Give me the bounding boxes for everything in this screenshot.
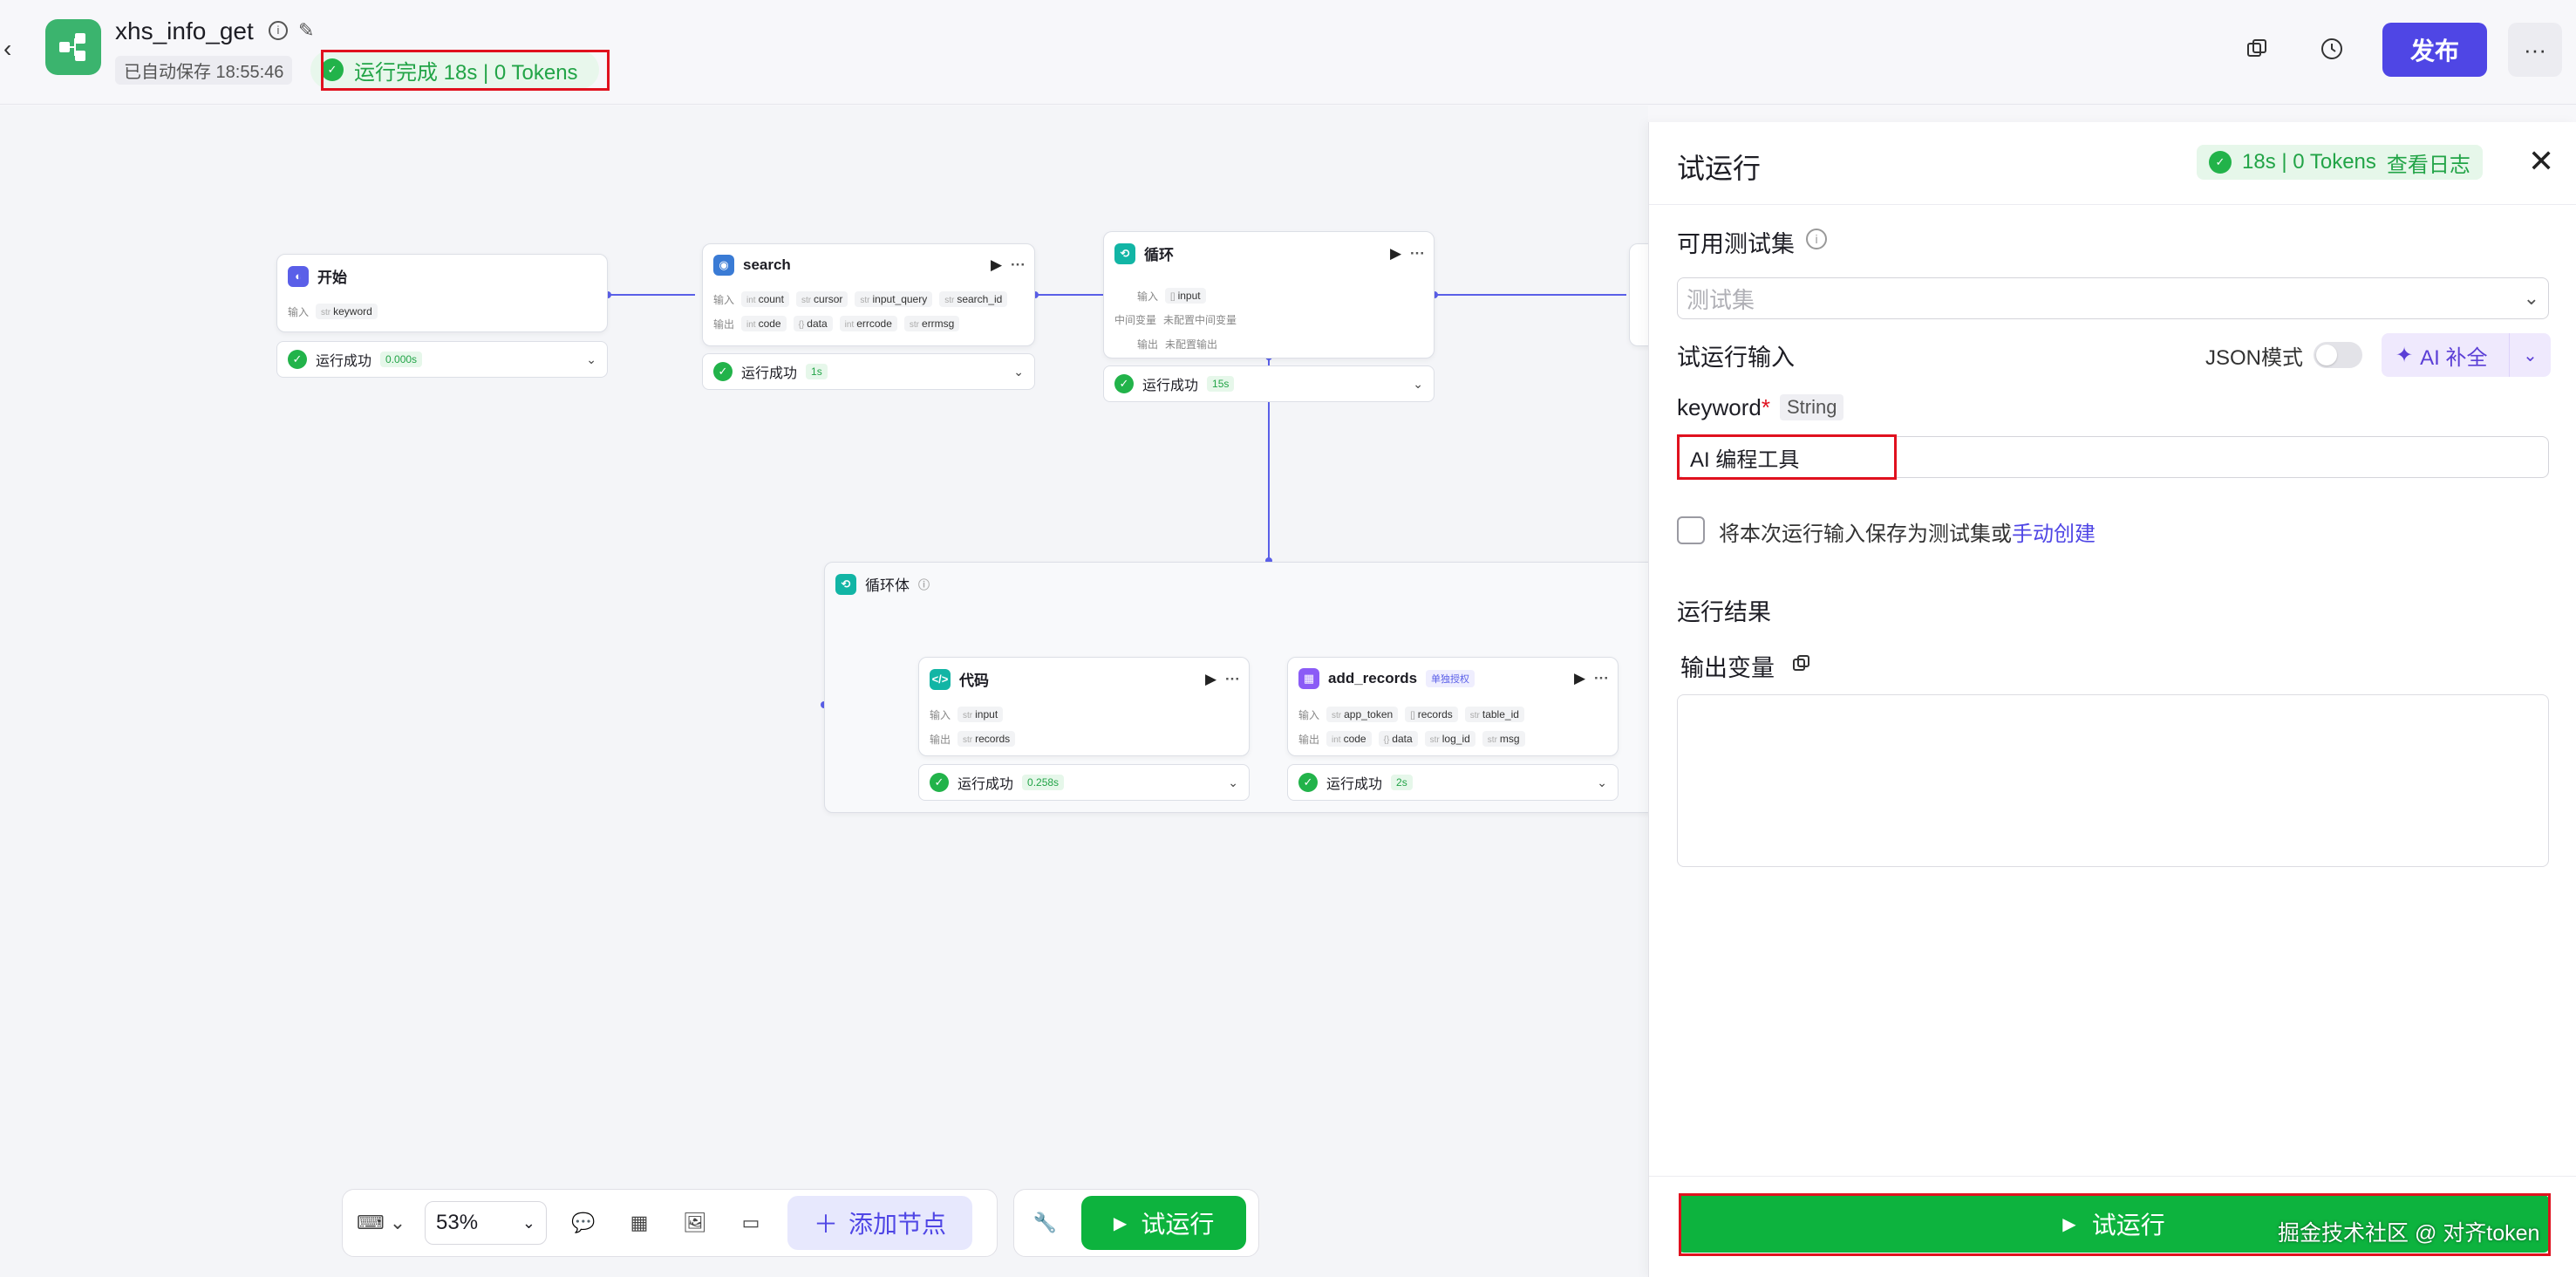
- output-box[interactable]: [1677, 694, 2549, 867]
- watermark: 掘金技术社区 @ 对齐token: [2278, 1221, 2540, 1246]
- app-name: xhs_info_get: [115, 17, 254, 44]
- layout-icon[interactable]: ▦: [620, 1204, 658, 1242]
- search-plugin-icon: ◉: [713, 255, 734, 276]
- code-status-bar[interactable]: ✓ 运行成功 0.258s ⌄: [918, 764, 1250, 801]
- table-icon: ▦: [1298, 668, 1319, 689]
- output-var-label: 输出变量: [1680, 655, 1775, 681]
- run-toolbar: 🔧 ▶ 试运行: [1013, 1189, 1259, 1257]
- start-icon: ◐: [288, 265, 309, 287]
- auth-badge[interactable]: 单独授权: [1426, 670, 1475, 687]
- add-records-node[interactable]: ▦ add_records 单独授权 ▶ ··· 输入 str app_token[] rec…: [1287, 657, 1619, 756]
- save-text: 将本次运行输入保存为测试集或手动创建: [1719, 522, 2096, 546]
- plus-icon: ＋: [814, 1211, 839, 1238]
- chevron-down-icon[interactable]: ⌄: [2509, 333, 2551, 377]
- close-icon[interactable]: ✕: [2528, 143, 2554, 180]
- panel-title: 试运行: [1677, 153, 1762, 184]
- add-records-status-bar[interactable]: ✓ 运行成功 2s ⌄: [1287, 764, 1619, 801]
- toolbar-test-run-button[interactable]: ▶ 试运行: [1081, 1196, 1246, 1250]
- var-tag: str keyword: [316, 304, 378, 319]
- check-icon: ✓: [1298, 773, 1318, 792]
- required-asterisk: *: [1761, 394, 1770, 420]
- play-icon[interactable]: ▶: [1205, 671, 1216, 688]
- highlight-status: [321, 50, 610, 91]
- zoom-select[interactable]: 53% ⌄: [425, 1201, 547, 1245]
- add-node-button[interactable]: ＋添加节点: [787, 1196, 973, 1250]
- info-icon[interactable]: i: [269, 21, 288, 40]
- highlight-keyword: [1677, 434, 1897, 480]
- comment-icon[interactable]: 💬: [564, 1204, 603, 1242]
- more-icon[interactable]: ···: [1410, 245, 1425, 263]
- field-name: keyword*: [1677, 394, 1770, 420]
- top-bar: ‹ xhs_info_get i ✎ 已自动保存 18:55:46 ✓ 运行完成…: [0, 0, 2576, 105]
- info-icon[interactable]: i: [1806, 229, 1827, 249]
- status-text: 运行成功: [316, 354, 372, 369]
- search-node[interactable]: ◉ search ▶ ··· 输入 int count str cursor str input_…: [702, 243, 1035, 346]
- play-icon[interactable]: ▶: [991, 256, 1002, 274]
- chevron-down-icon[interactable]: ⌄: [586, 352, 596, 367]
- ai-fill-button[interactable]: ✦ AI 补全 ⌄: [2382, 333, 2551, 377]
- loop-status-bar[interactable]: ✓ 运行成功 15s ⌄: [1103, 365, 1435, 402]
- start-node-title: 开始: [317, 270, 347, 286]
- canvas-toolbar: ⌨ ⌄ 53% ⌄ 💬 ▦ 🖼 ▭ ＋添加节点: [342, 1189, 998, 1257]
- search-status-bar[interactable]: ✓ 运行成功 1s ⌄: [702, 353, 1035, 390]
- play-icon: ▶: [1113, 1213, 1128, 1233]
- run-input-label: 试运行输入: [1677, 345, 1795, 371]
- image-icon[interactable]: 🖼: [676, 1204, 714, 1242]
- chevron-down-icon[interactable]: ⌄: [1013, 365, 1024, 379]
- panel-divider: [1649, 204, 2576, 205]
- duration-badge: 0.000s: [380, 352, 423, 367]
- json-mode-toggle[interactable]: [2314, 342, 2362, 368]
- back-icon[interactable]: ‹: [3, 35, 28, 62]
- testset-select[interactable]: 测试集 ⌄: [1677, 277, 2549, 319]
- start-node[interactable]: ◐ 开始 输入 str keyword: [276, 254, 608, 332]
- sparkle-icon: ✦: [2395, 343, 2414, 367]
- copy-icon[interactable]: [2232, 24, 2281, 73]
- more-icon[interactable]: ···: [1011, 256, 1026, 274]
- info-icon[interactable]: ⓘ: [918, 576, 930, 592]
- view-log-link[interactable]: 查看日志: [2387, 147, 2470, 178]
- more-icon[interactable]: ···: [1594, 670, 1609, 687]
- check-icon: ✓: [713, 362, 733, 381]
- play-icon[interactable]: ▶: [1390, 245, 1401, 263]
- input-label: 输入: [288, 305, 310, 318]
- history-icon[interactable]: [2307, 24, 2356, 73]
- chevron-down-icon: ⌄: [521, 1213, 535, 1232]
- loop-icon: ⟲: [1114, 242, 1135, 264]
- publish-button[interactable]: 发布: [2382, 23, 2487, 77]
- search-node-title: search: [743, 256, 791, 273]
- workflow-canvas[interactable]: ◐ 开始 输入 str keyword ✓ 运行成功 0.000s ⌄ ◉ search…: [0, 106, 1664, 1277]
- manual-create-link[interactable]: 手动创建: [2012, 522, 2096, 546]
- check-icon: ✓: [1114, 374, 1134, 393]
- loop-node[interactable]: ⟲ 循环 ▶ ··· 输入[] input 中间变量 未配置中间变量 输出 未配置输出: [1103, 231, 1435, 359]
- chevron-down-icon[interactable]: ⌄: [1228, 775, 1238, 790]
- check-icon: ✓: [288, 350, 307, 369]
- field-type-badge: String: [1780, 394, 1844, 420]
- loop-body-icon: ⟲: [835, 573, 856, 595]
- start-status-bar[interactable]: ✓ 运行成功 0.000s ⌄: [276, 341, 608, 378]
- check-icon: ✓: [930, 773, 949, 792]
- edit-icon[interactable]: ✎: [298, 19, 314, 42]
- autosave-text: 已自动保存 18:55:46: [115, 56, 293, 85]
- keyboard-icon[interactable]: ⌨ ⌄: [355, 1204, 407, 1242]
- more-icon[interactable]: ···: [1225, 671, 1240, 688]
- app-logo: [45, 19, 101, 75]
- save-checkbox[interactable]: [1677, 516, 1705, 544]
- wrench-icon[interactable]: 🔧: [1026, 1204, 1064, 1242]
- code-node[interactable]: </> 代码 ▶ ··· 输入 str input 输出 str records: [918, 657, 1250, 756]
- chevron-down-icon[interactable]: ⌄: [1597, 775, 1607, 790]
- test-run-panel: 试运行 ✓ 18s | 0 Tokens 查看日志 ✕ 可用测试集 i 测试集 …: [1648, 122, 2576, 1277]
- check-icon: ✓: [2209, 151, 2232, 174]
- minimap-icon[interactable]: ▭: [732, 1204, 770, 1242]
- copy-icon[interactable]: [1792, 654, 1811, 678]
- panel-status-badge[interactable]: ✓ 18s | 0 Tokens 查看日志: [2197, 145, 2483, 180]
- play-icon[interactable]: ▶: [1574, 670, 1585, 687]
- testset-label: 可用测试集: [1677, 231, 1795, 257]
- json-mode-label: JSON模式: [2205, 346, 2304, 370]
- more-button[interactable]: ···: [2508, 23, 2562, 77]
- chevron-down-icon[interactable]: ⌄: [1413, 377, 1423, 392]
- result-label: 运行结果: [1677, 599, 1771, 625]
- chevron-down-icon: ⌄: [2523, 287, 2539, 309]
- code-icon: </>: [930, 668, 951, 690]
